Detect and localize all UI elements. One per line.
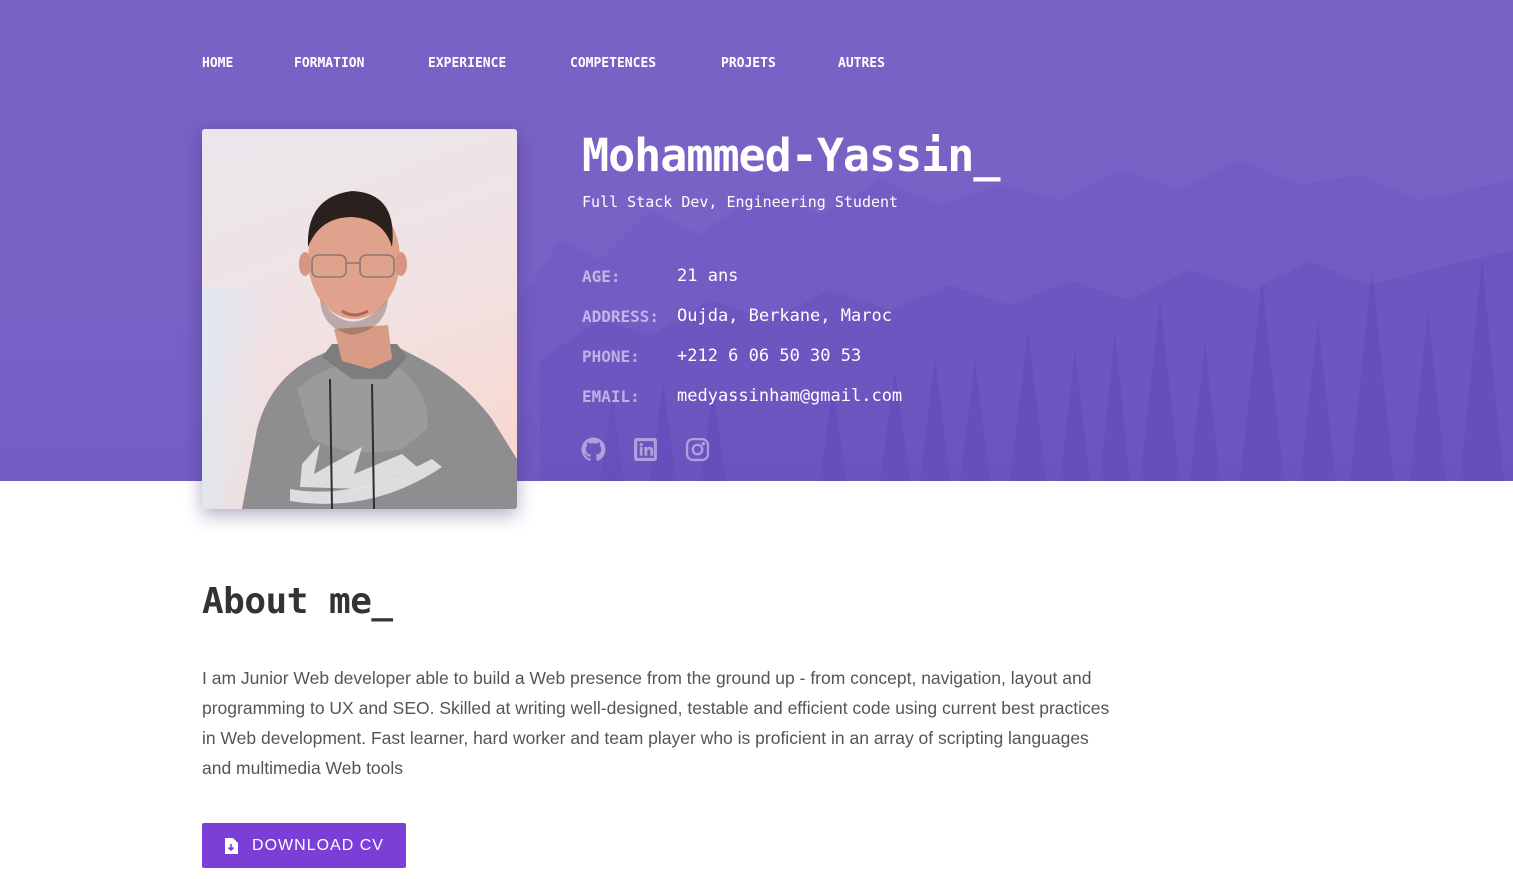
instagram-icon[interactable] (685, 437, 710, 462)
profile-name: Mohammed-Yassin_ (582, 129, 1000, 182)
nav-item-competences[interactable]: COMPETENCES (570, 55, 721, 73)
about-text: I am Junior Web developer able to build … (202, 668, 1110, 778)
info-row-email: EMAIL: medyassinham@gmail.com (582, 376, 902, 416)
download-cv-button[interactable]: DOWNLOAD CV (202, 823, 406, 868)
nav-item-home[interactable]: HOME (202, 55, 294, 73)
info-row-phone: PHONE: +212 6 06 50 30 53 (582, 336, 902, 376)
info-row-age: AGE: 21 ans (582, 256, 902, 296)
github-icon[interactable] (581, 437, 606, 462)
about-title: About me_ (202, 581, 393, 622)
profile-subtitle: Full Stack Dev, Engineering Student (582, 193, 899, 211)
nav-item-formation[interactable]: FORMATION (294, 55, 428, 73)
info-key: ADDRESS: (582, 306, 660, 326)
info-row-address: ADDRESS: Oujda, Berkane, Maroc (582, 296, 902, 336)
profile-info: AGE: 21 ans ADDRESS: Oujda, Berkane, Mar… (582, 256, 902, 416)
info-value: +212 6 06 50 30 53 (677, 346, 862, 366)
info-key: PHONE: (582, 346, 640, 366)
info-value[interactable]: medyassinham@gmail.com (677, 386, 902, 406)
info-value: 21 ans (677, 266, 739, 286)
nav-item-projets[interactable]: PROJETS (721, 55, 838, 73)
info-key: EMAIL: (582, 386, 640, 406)
nav-item-experience[interactable]: EXPERIENCE (428, 55, 570, 73)
nav-item-autres[interactable]: AUTRES (838, 55, 918, 73)
social-links (581, 437, 737, 462)
info-value: Oujda, Berkane, Maroc (677, 306, 892, 326)
file-download-icon (225, 837, 239, 854)
main-nav: HOME FORMATION EXPERIENCE COMPETENCES PR… (202, 55, 918, 73)
profile-photo (202, 129, 517, 509)
linkedin-icon[interactable] (633, 437, 658, 462)
download-cv-label: DOWNLOAD CV (252, 836, 384, 854)
info-key: AGE: (582, 266, 621, 286)
